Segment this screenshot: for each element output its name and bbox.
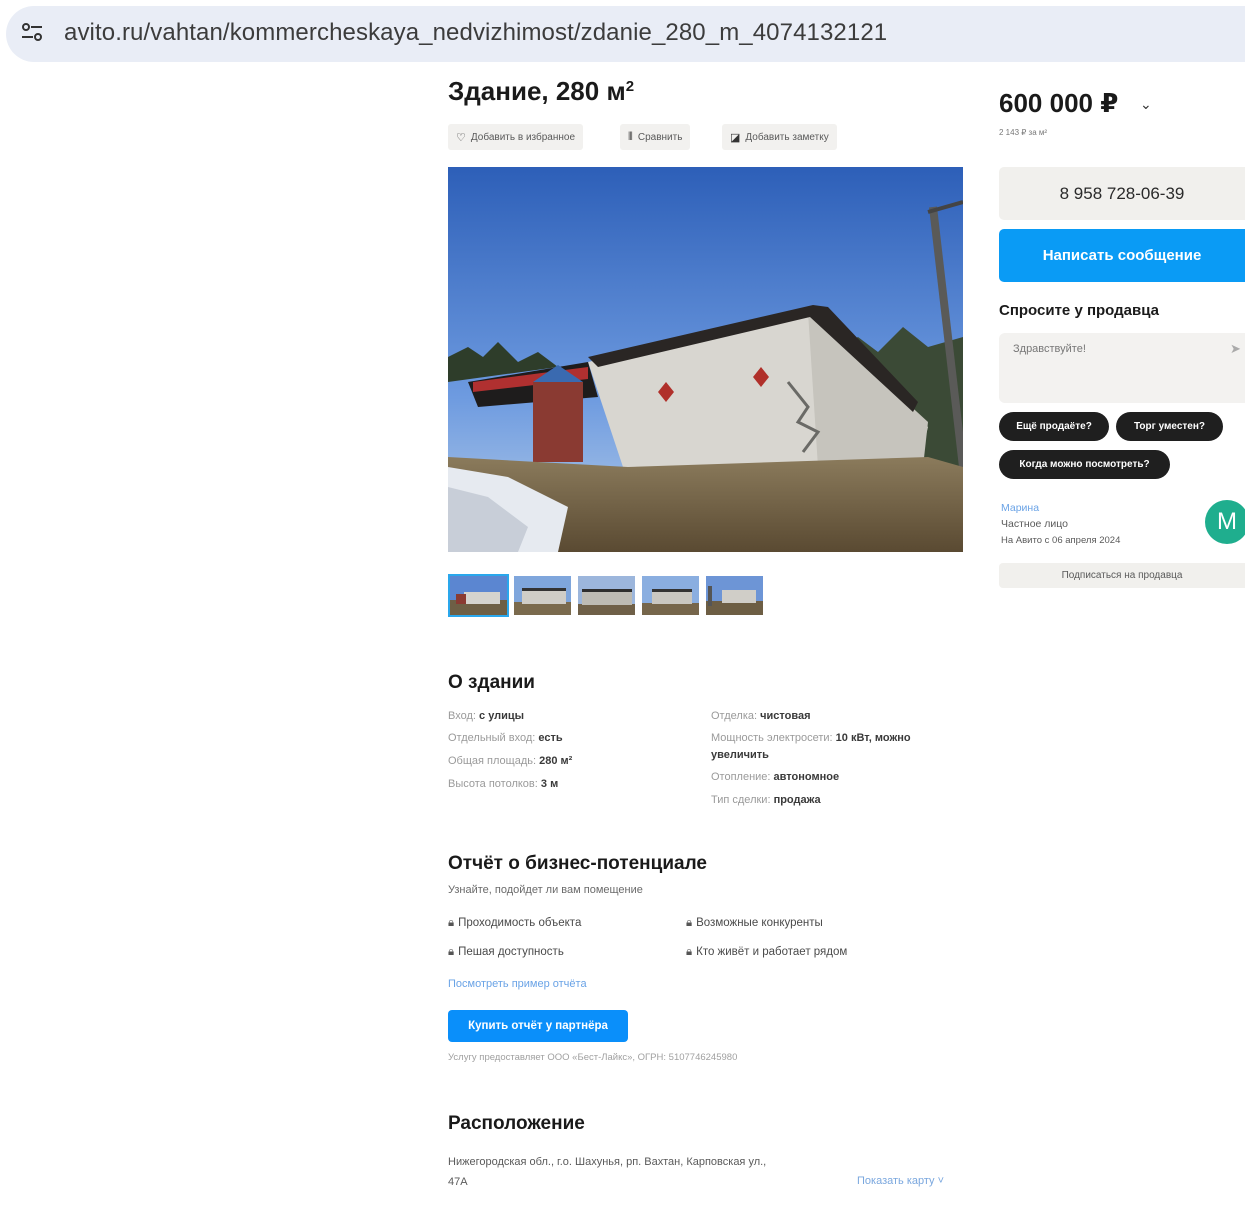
subscribe-seller-button[interactable]: Подписаться на продавца [999, 563, 1245, 588]
param-separate-entrance: Отдельный вход: есть [448, 732, 563, 744]
lock-icon: 🔒︎ [448, 917, 455, 929]
thumbnail-4[interactable] [640, 574, 701, 617]
about-heading: О здании [448, 672, 535, 693]
site-settings-icon[interactable] [20, 20, 44, 44]
quick-question-bargain[interactable]: Торг уместен? [1116, 412, 1223, 441]
ask-seller-placeholder: Здравствуйте! [1013, 343, 1086, 355]
report-subtitle: Узнайте, подойдет ли вам помещение [448, 884, 643, 896]
quick-question-still-selling[interactable]: Ещё продаёте? [999, 412, 1109, 441]
chevron-down-icon: ˅ [937, 1175, 945, 1187]
report-heading: Отчёт о бизнес-потенциале [448, 853, 707, 874]
compare-icon: ⦀ [628, 130, 633, 143]
seller-name-link[interactable]: Марина [1001, 502, 1039, 514]
seller-since: На Авито с 06 апреля 2024 [1001, 535, 1121, 546]
param-entrance: Вход: с улицы [448, 710, 525, 722]
param-heating: Отопление: автономное [711, 771, 840, 783]
lock-icon: 🔒︎ [448, 946, 455, 958]
address-text: Нижегородская обл., г.о. Шахунья, рп. Ва… [448, 1156, 767, 1188]
param-power-cont: увеличить [711, 749, 769, 761]
thumbnail-2[interactable] [512, 574, 573, 617]
param-power: Мощность электросети: 10 кВт, можно [711, 732, 911, 744]
note-icon: ◪ [730, 131, 741, 144]
show-map-link[interactable]: Показать карту ˅ [857, 1175, 944, 1187]
param-deal-type: Тип сделки: продажа [711, 794, 821, 806]
avatar[interactable]: M [1205, 500, 1245, 544]
thumbnail-5[interactable] [704, 574, 765, 617]
url-text[interactable]: avito.ru/vahtan/kommercheskaya_nedvizhim… [64, 19, 887, 47]
report-item-competitors: 🔒︎ Возможные конкуренты [686, 917, 823, 929]
compare-button[interactable]: ⦀ Сравнить [620, 124, 691, 150]
thumbnail-strip [448, 574, 765, 617]
lock-icon: 🔒︎ [686, 917, 693, 929]
building-photo [448, 167, 963, 552]
lock-icon: 🔒︎ [686, 946, 693, 958]
param-ceiling-height: Высота потолков: 3 м [448, 778, 559, 790]
page-title: Здание, 280 м2 [448, 76, 635, 106]
thumbnail-3[interactable] [576, 574, 637, 617]
report-item-walkability: 🔒︎ Пешая доступность [448, 946, 564, 958]
buy-report-button[interactable]: Купить отчёт у партнёра [448, 1010, 628, 1042]
price: 600 000 ₽ [999, 88, 1119, 118]
send-icon[interactable]: ➤ [1230, 341, 1241, 357]
param-total-area: Общая площадь: 280 м² [448, 755, 573, 767]
heart-icon: ♡ [456, 131, 466, 144]
report-provider-note: Услугу предоставляет ООО «Бест-Лайкс», О… [448, 1052, 738, 1063]
main-photo[interactable] [448, 167, 963, 552]
report-item-neighbors: 🔒︎ Кто живёт и работает рядом [686, 946, 848, 958]
quick-question-viewing-time[interactable]: Когда можно посмотреть? [999, 450, 1170, 479]
param-finishing: Отделка: чистовая [711, 710, 811, 722]
report-example-link[interactable]: Посмотреть пример отчёта [448, 978, 587, 990]
seller-type: Частное лицо [1001, 518, 1069, 530]
show-phone-button[interactable]: 8 958 728-06-39 [999, 167, 1245, 220]
write-message-button[interactable]: Написать сообщение [999, 229, 1245, 282]
price-per-meter: 2 143 ₽ за м² [999, 128, 1048, 137]
report-item-traffic: 🔒︎ Проходимость объекта [448, 917, 582, 929]
add-note-button[interactable]: ◪ Добавить заметку [722, 124, 837, 150]
ask-seller-heading: Спросите у продавца [999, 302, 1159, 319]
chevron-down-icon[interactable]: ⌄ [1140, 96, 1152, 113]
add-to-favorites-button[interactable]: ♡ Добавить в избранное [448, 124, 584, 150]
location-heading: Расположение [448, 1113, 585, 1134]
browser-address-bar: avito.ru/vahtan/kommercheskaya_nedvizhim… [0, 0, 1245, 70]
thumbnail-1[interactable] [448, 574, 509, 617]
